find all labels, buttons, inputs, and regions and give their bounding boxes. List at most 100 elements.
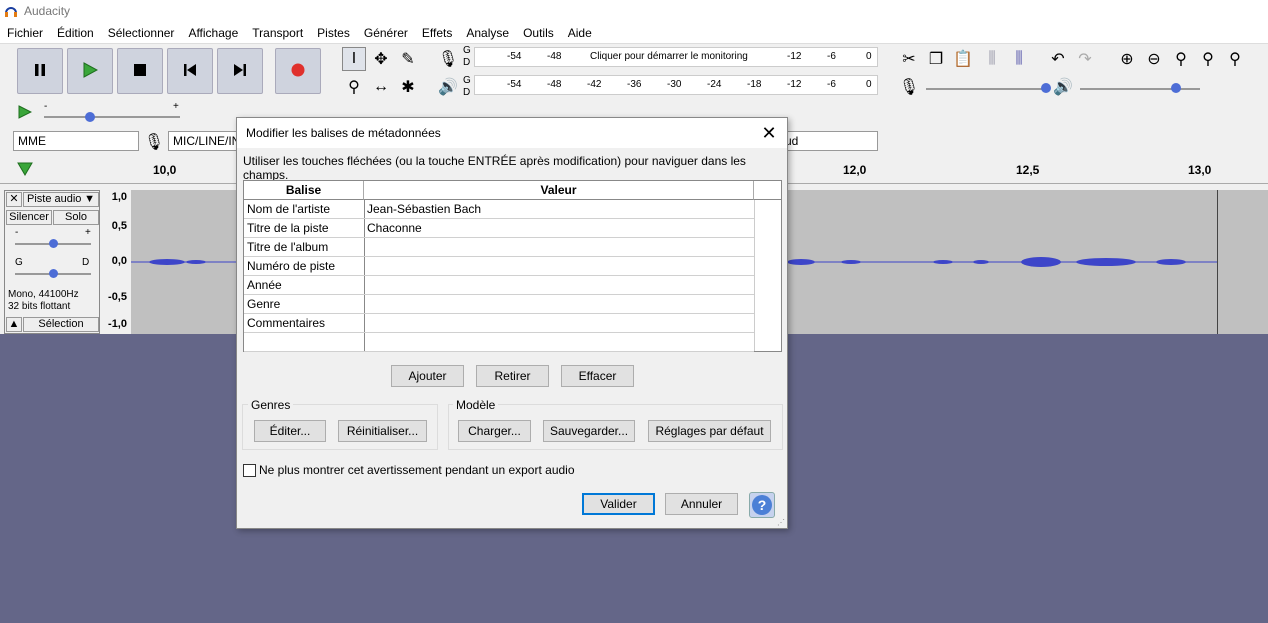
- track-close-button[interactable]: ✕: [6, 192, 22, 207]
- dont-show-again-checkbox[interactable]: [243, 464, 256, 477]
- value-cell[interactable]: [364, 314, 754, 333]
- zoom-toggle-icon[interactable]: ⚲: [1223, 47, 1247, 71]
- audio-host-select[interactable]: MME: [13, 131, 139, 151]
- column-header-value[interactable]: Valeur: [364, 181, 754, 200]
- zoom-tool-icon[interactable]: ⚲: [342, 75, 366, 99]
- tag-cell[interactable]: Nom de l'artiste: [244, 200, 364, 219]
- play-meter-g: G: [463, 75, 471, 86]
- dont-show-again-label[interactable]: Ne plus montrer cet avertissement pendan…: [259, 463, 575, 477]
- gain-thumb[interactable]: [49, 239, 58, 248]
- timeshift-tool-icon[interactable]: ↔: [369, 75, 393, 99]
- resize-grip-icon[interactable]: ⋰: [777, 518, 785, 527]
- playback-volume-thumb[interactable]: [1171, 83, 1181, 93]
- play-at-speed-button[interactable]: [13, 102, 37, 126]
- remove-button[interactable]: Retirer: [476, 365, 549, 387]
- trim-icon[interactable]: ⫼: [980, 47, 1004, 71]
- tag-cell[interactable]: [244, 333, 364, 352]
- menu-selectionner[interactable]: Sélectionner: [108, 26, 182, 40]
- solo-button[interactable]: Solo: [53, 210, 99, 225]
- menu-aide[interactable]: Aide: [568, 26, 599, 40]
- menu-outils[interactable]: Outils: [523, 26, 561, 40]
- menu-fichier[interactable]: Fichier: [7, 26, 50, 40]
- timeline-label: 12,0: [843, 163, 867, 177]
- tag-cell[interactable]: Titre de la piste: [244, 219, 364, 238]
- fit-project-icon[interactable]: ⚲: [1196, 47, 1220, 71]
- record-icon: [291, 63, 305, 80]
- stop-button[interactable]: [117, 48, 163, 94]
- speaker-icon[interactable]: 🔊: [436, 75, 460, 99]
- column-header-tag[interactable]: Balise: [244, 181, 364, 200]
- cancel-button[interactable]: Annuler: [665, 493, 738, 515]
- track-name-menu[interactable]: Piste audio ▼: [23, 192, 99, 207]
- set-defaults-button[interactable]: Réglages par défaut: [648, 420, 771, 442]
- silence-icon[interactable]: ⫼: [1007, 47, 1031, 71]
- gain-max: +: [85, 227, 91, 238]
- menu-edition[interactable]: Édition: [57, 26, 101, 40]
- output-device-select[interactable]: ud: [780, 131, 878, 151]
- microphone-icon[interactable]: 🎙: [436, 47, 460, 71]
- skip-end-button[interactable]: [217, 48, 263, 94]
- play-speed-thumb[interactable]: [85, 112, 95, 122]
- record-volume-slider[interactable]: [926, 88, 1046, 90]
- load-template-button[interactable]: Charger...: [458, 420, 531, 442]
- play-speed-slider[interactable]: [44, 116, 180, 118]
- track-select-button[interactable]: Sélection: [23, 317, 99, 332]
- menu-effets[interactable]: Effets: [422, 26, 459, 40]
- fit-selection-icon[interactable]: ⚲: [1169, 47, 1193, 71]
- pause-button[interactable]: [17, 48, 63, 94]
- meter-tick: -54: [507, 79, 522, 90]
- menu-affichage[interactable]: Affichage: [188, 26, 245, 40]
- undo-icon[interactable]: ↶: [1046, 47, 1070, 71]
- tag-cell[interactable]: Genre: [244, 295, 364, 314]
- redo-icon[interactable]: ↷: [1073, 47, 1097, 71]
- menu-transport[interactable]: Transport: [252, 26, 310, 40]
- zoom-out-icon[interactable]: ⊖: [1142, 47, 1166, 71]
- record-button[interactable]: [275, 48, 321, 94]
- record-meter[interactable]: -54 -48 Cliquer pour démarrer le monitor…: [474, 47, 878, 67]
- draw-tool-icon[interactable]: ✎: [396, 47, 420, 71]
- value-cell[interactable]: [364, 333, 754, 352]
- meter-tick: -6: [827, 51, 836, 62]
- add-button[interactable]: Ajouter: [391, 365, 464, 387]
- track-name: Piste audio: [27, 193, 82, 205]
- save-template-button[interactable]: Sauvegarder...: [543, 420, 635, 442]
- column-divider: [754, 200, 755, 351]
- zoom-in-icon[interactable]: ⊕: [1115, 47, 1139, 71]
- value-cell[interactable]: [364, 257, 754, 276]
- envelope-tool-icon[interactable]: ✥: [369, 47, 393, 71]
- tag-cell[interactable]: Année: [244, 276, 364, 295]
- value-cell[interactable]: Chaconne: [364, 219, 754, 238]
- record-volume-thumb[interactable]: [1041, 83, 1051, 93]
- value-cell[interactable]: Jean-Sébastien Bach: [364, 200, 754, 219]
- playback-volume-icon: 🔊: [1053, 79, 1073, 96]
- value-cell[interactable]: [364, 276, 754, 295]
- ok-button[interactable]: Valider: [582, 493, 655, 515]
- timeline-play-icon[interactable]: [17, 162, 33, 179]
- playback-volume-slider[interactable]: [1080, 88, 1200, 90]
- copy-icon[interactable]: ❐: [924, 47, 948, 71]
- playback-meter[interactable]: -54 -48 -42 -36 -30 -24 -18 -12 -6 0: [474, 75, 878, 95]
- help-button[interactable]: ?: [749, 492, 775, 518]
- template-label: Modèle: [453, 398, 499, 412]
- collapse-arrow-icon[interactable]: ▲: [6, 317, 22, 332]
- tag-cell[interactable]: Titre de l'album: [244, 238, 364, 257]
- edit-genres-button[interactable]: Éditer...: [254, 420, 326, 442]
- skip-start-button[interactable]: [167, 48, 213, 94]
- value-cell[interactable]: [364, 295, 754, 314]
- tag-cell[interactable]: Numéro de piste: [244, 257, 364, 276]
- clear-button[interactable]: Effacer: [561, 365, 634, 387]
- reset-genres-button[interactable]: Réinitialiser...: [338, 420, 427, 442]
- play-button[interactable]: [67, 48, 113, 94]
- tag-cell[interactable]: Commentaires: [244, 314, 364, 333]
- menu-generer[interactable]: Générer: [364, 26, 415, 40]
- menu-pistes[interactable]: Pistes: [317, 26, 357, 40]
- cut-icon[interactable]: ✂: [897, 47, 921, 71]
- paste-icon[interactable]: 📋: [951, 47, 975, 71]
- close-icon[interactable]: ✕: [759, 123, 779, 143]
- menu-analyse[interactable]: Analyse: [466, 26, 516, 40]
- value-cell[interactable]: [364, 238, 754, 257]
- mute-button[interactable]: Silencer: [6, 210, 52, 225]
- pan-thumb[interactable]: [49, 269, 58, 278]
- multi-tool-icon[interactable]: ✱: [396, 75, 420, 99]
- selection-tool-icon[interactable]: I: [342, 47, 366, 71]
